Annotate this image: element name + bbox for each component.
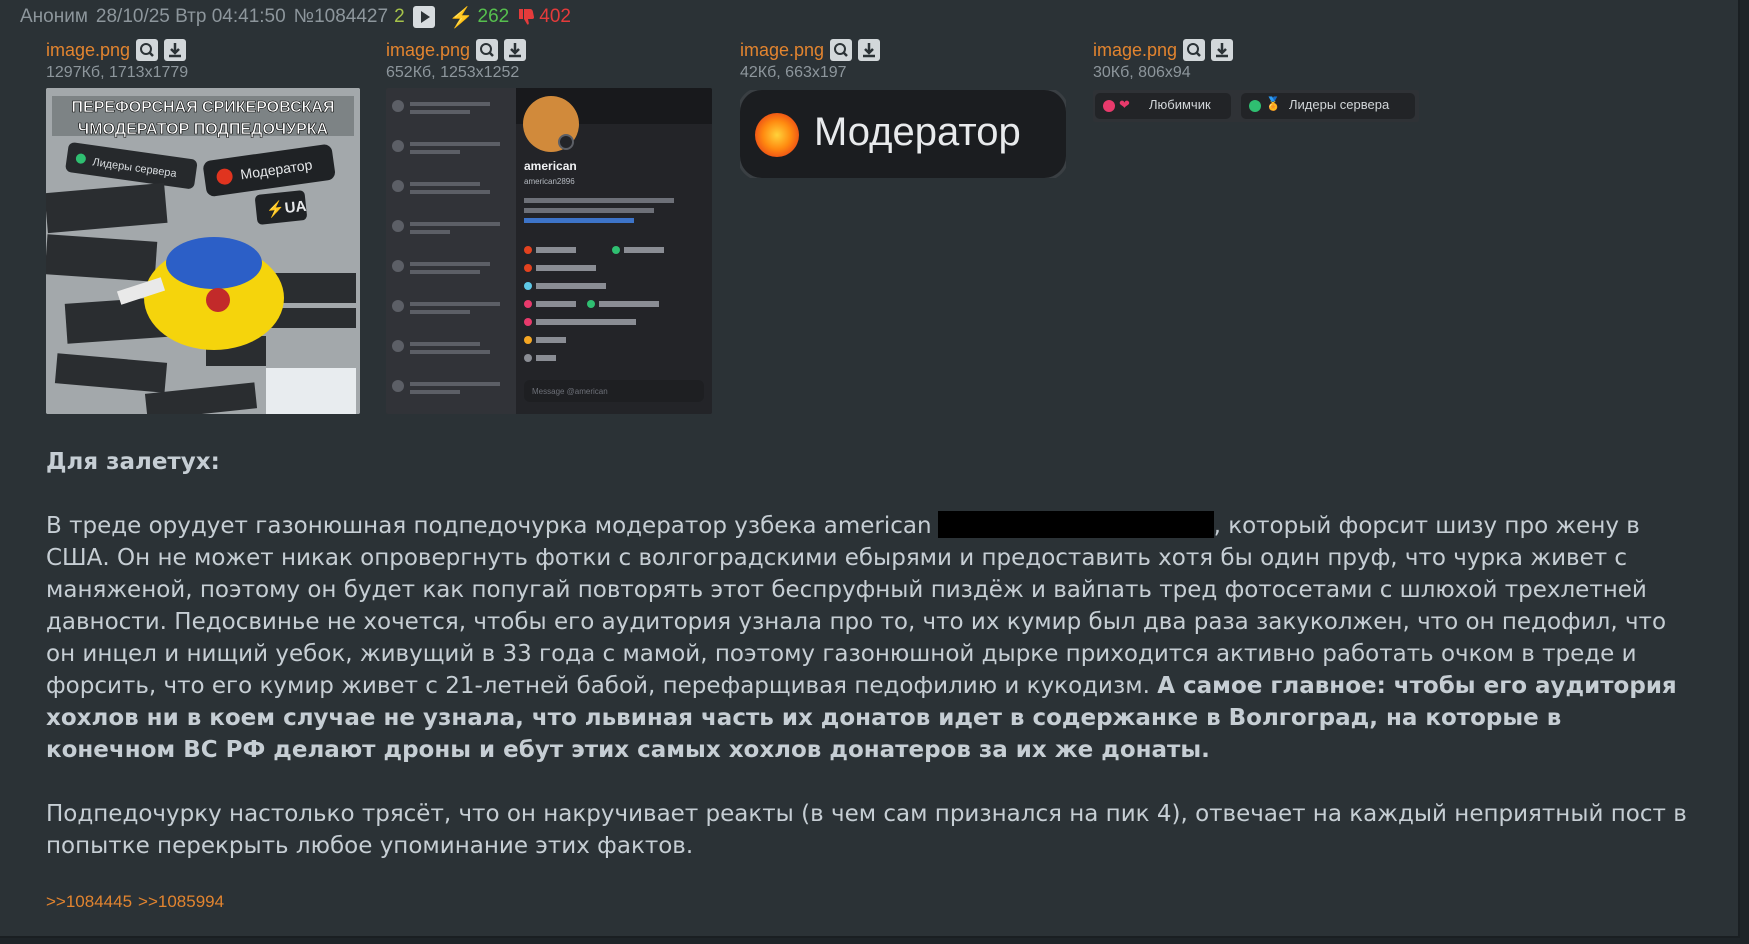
post-count: 2: [394, 6, 405, 27]
file-meta: 30Кб, 806x94: [1093, 64, 1191, 81]
post-number[interactable]: №1084427: [294, 6, 388, 28]
thumbnail-2[interactable]: american american2896 Message @american: [386, 88, 712, 414]
replies: >>1084445 >>1085994: [46, 892, 230, 912]
thumbnail-3[interactable]: Модератор: [740, 90, 1066, 178]
file-meta: 1297Кб, 1713x1779: [46, 64, 189, 81]
file-name[interactable]: image.png: [46, 40, 130, 61]
file-name[interactable]: image.png: [740, 40, 824, 61]
post-author: Аноним: [20, 6, 88, 27]
paragraph-text: , который форсит шизу про жену в США. Он…: [46, 513, 1667, 699]
search-icon[interactable]: [136, 39, 159, 61]
download-icon[interactable]: [164, 39, 187, 61]
reply-link[interactable]: >>1085994: [138, 892, 224, 911]
thumb-caption-line2: ЧМОДЕРАТОР ПОДПЕДОЧУРКА: [78, 121, 329, 138]
thumbnail-4[interactable]: ❤ Любимчик 🏅 Лидеры сервера: [1093, 90, 1419, 122]
search-icon[interactable]: [1183, 39, 1206, 61]
file-meta: 42Кб, 663x197: [740, 64, 847, 81]
search-icon[interactable]: [476, 39, 499, 61]
dislike-count: 402: [539, 6, 571, 27]
moderator-label: Модератор: [814, 110, 1021, 154]
post: Аноним 28/10/25 Втр 04:41:50 №1084427 2 …: [0, 0, 1740, 938]
thumb-message-placeholder: Message @american: [532, 387, 608, 396]
file-1: image.png 1297Кб, 1713x1779: [46, 38, 188, 82]
medal-icon: 🏅: [1265, 97, 1282, 112]
paragraph-text: В треде орудует газонюшная подпедочурка …: [46, 513, 932, 539]
file-name[interactable]: image.png: [1093, 40, 1177, 61]
bolt-icon: ⚡: [448, 6, 474, 29]
post-heading: Для залетух:: [46, 449, 220, 475]
file-4: image.png 30Кб, 806x94: [1093, 38, 1234, 82]
file-name[interactable]: image.png: [386, 40, 470, 61]
post-date: 28/10/25 Втр 04:41:50: [95, 6, 286, 27]
search-icon[interactable]: [830, 39, 853, 61]
play-icon[interactable]: [412, 6, 435, 28]
file-3: image.png 42Кб, 663x197: [740, 38, 881, 82]
reply-link[interactable]: >>1084445: [46, 892, 132, 911]
role-leaders: Лидеры сервера: [1289, 97, 1390, 112]
role-favorite: Любимчик: [1149, 97, 1211, 112]
thumbs-down-icon[interactable]: [517, 8, 535, 26]
thumb-handle: american2896: [524, 177, 575, 186]
download-icon[interactable]: [504, 39, 527, 61]
post-paragraph-2: Подпедочурку настолько трясёт, что он на…: [46, 801, 1687, 859]
download-icon[interactable]: [1211, 39, 1234, 61]
post-body: Для залетух: В треде орудует газонюшная …: [46, 446, 1696, 862]
thumbnail-1[interactable]: ПЕРЕФОРСНАЯ СРИКЕРОВСКАЯ ЧМОДЕРАТОР ПОДП…: [46, 88, 360, 414]
redacted-block: [937, 511, 1214, 538]
thumb-username: american: [524, 159, 577, 173]
file-meta: 652Кб, 1253x1252: [386, 64, 520, 81]
file-2: image.png 652Кб, 1253x1252: [386, 38, 527, 82]
thumb-caption-line1: ПЕРЕФОРСНАЯ СРИКЕРОВСКАЯ: [72, 99, 335, 116]
heart-icon: ❤: [1119, 98, 1130, 113]
post-header: Аноним 28/10/25 Втр 04:41:50 №1084427 2 …: [10, 4, 571, 30]
download-icon[interactable]: [858, 39, 881, 61]
post-paragraph-1: В треде орудует газонюшная подпедочурка …: [46, 510, 1696, 766]
moderator-dot-icon: [755, 113, 799, 157]
like-count[interactable]: 262: [478, 6, 510, 28]
